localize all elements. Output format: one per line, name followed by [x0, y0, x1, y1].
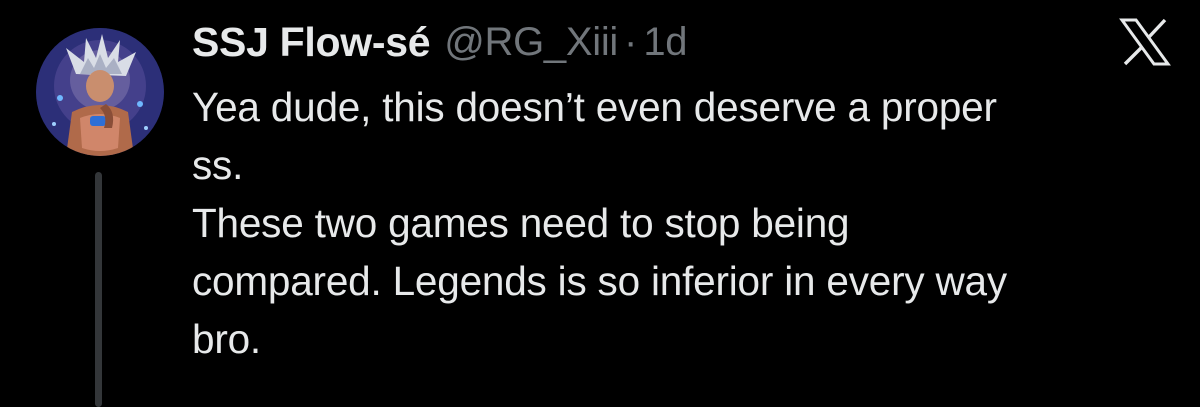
tweet-text-line: These two games need to stop being [192, 200, 850, 246]
author-avatar[interactable] [36, 28, 164, 156]
tweet-text-line: compared. Legends is so inferior in ever… [192, 258, 1007, 304]
tweet-card[interactable]: SSJ Flow-sé @RG_Xiii · 1d Yea dude, this… [0, 0, 1200, 407]
thread-connector-line [95, 172, 102, 407]
tweet-text-line: ss. [192, 142, 244, 188]
meta-separator: · [624, 19, 638, 64]
author-display-name[interactable]: SSJ Flow-sé [192, 19, 431, 66]
x-logo-icon[interactable] [1119, 18, 1171, 66]
tweet-text-line: Yea dude, this doesn’t even deserve a pr… [192, 84, 997, 130]
tweet-text: Yea dude, this doesn’t even deserve a pr… [192, 78, 1182, 368]
avatar-anime-character-icon [36, 28, 164, 156]
tweet-header: SSJ Flow-sé @RG_Xiii · 1d [192, 16, 688, 68]
author-handle[interactable]: @RG_Xiii [444, 20, 618, 65]
tweet-timestamp[interactable]: 1d [643, 20, 687, 65]
tweet-text-line: bro. [192, 316, 261, 362]
